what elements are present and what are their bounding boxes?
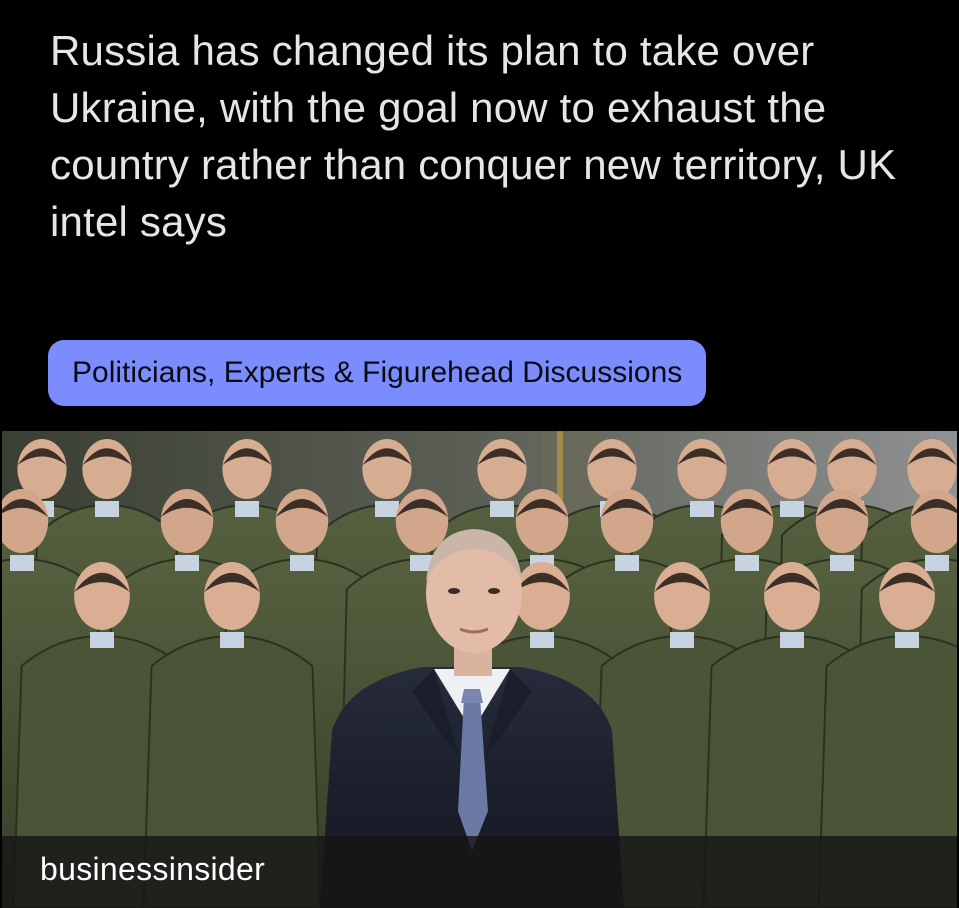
post-card[interactable]: Russia has changed its plan to take over… — [0, 0, 959, 908]
source-caption-bar: businessinsider — [2, 836, 957, 908]
news-photo[interactable]: businessinsider — [2, 431, 957, 908]
post-headline[interactable]: Russia has changed its plan to take over… — [50, 22, 930, 250]
flair-tag[interactable]: Politicians, Experts & Figurehead Discus… — [48, 340, 707, 406]
source-label: businessinsider — [40, 850, 266, 887]
flair-label: Politicians, Experts & Figurehead Discus… — [72, 356, 683, 389]
news-photo-illustration: businessinsider — [2, 431, 957, 908]
